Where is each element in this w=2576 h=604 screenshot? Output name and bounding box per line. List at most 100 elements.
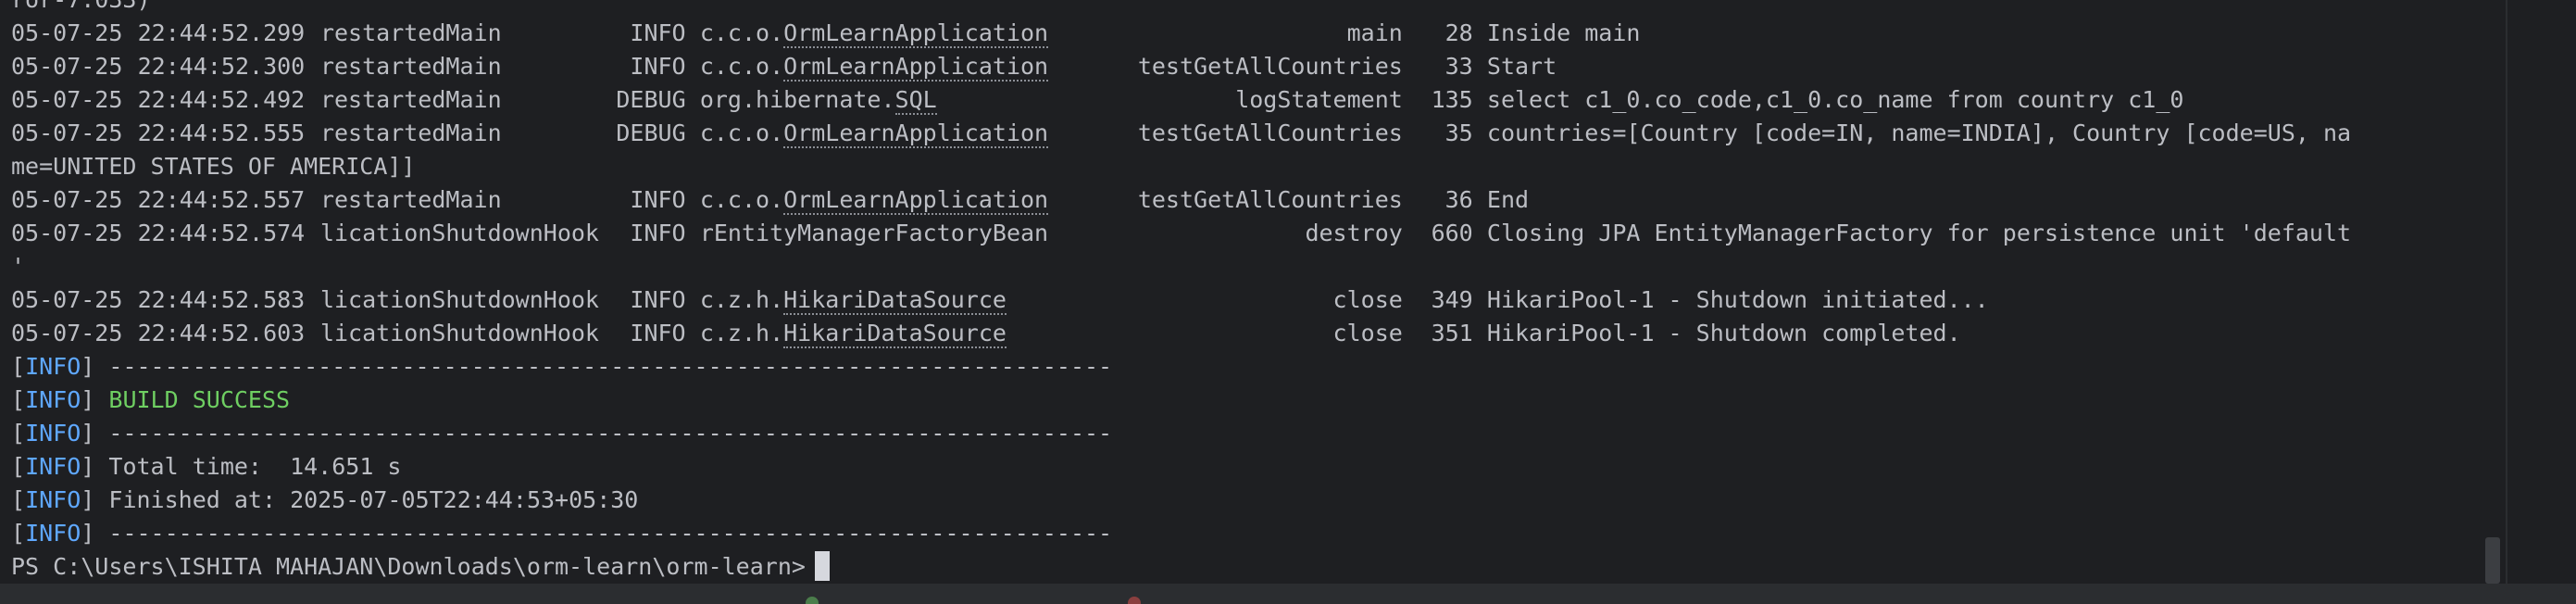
logger-class-link[interactable]: SQL [894, 86, 937, 115]
separator: ----------------------------------------… [108, 353, 1113, 380]
log-message: countries=[Country [code=IN, name=INDIA]… [1486, 120, 2352, 146]
log-time: 22:44:52.557 [137, 186, 306, 213]
log-thread: restartedMain [319, 19, 502, 46]
log-message: Start [1486, 53, 1557, 80]
log-method: testGetAllCountries [1137, 120, 1403, 146]
info-open-bracket: [ [11, 420, 26, 447]
bottom-status-strip [0, 584, 2576, 604]
info-close-bracket: ] [81, 520, 95, 547]
logger-package: c.c.o. [699, 120, 784, 146]
log-date: 05-07-25 [11, 53, 123, 80]
log-level: INFO [630, 320, 686, 346]
status-indicator-icon [806, 597, 819, 604]
build-success-text: BUILD SUCCESS [108, 386, 291, 413]
log-line-continuation: ' [11, 250, 25, 283]
log-date: 05-07-25 [11, 320, 123, 346]
log-time: 22:44:52.583 [137, 286, 306, 313]
logger-class-link[interactable]: HikariDataSource [783, 320, 1007, 348]
log-line-number: 28 [1444, 19, 1473, 46]
maven-separator-line: [INFO] ---------------------------------… [11, 517, 1112, 550]
info-open-bracket: [ [11, 453, 26, 480]
log-logger: rEntityManagerFactoryBean [700, 217, 1048, 250]
log-thread: licationShutdownHook [319, 320, 599, 346]
status-indicator-icon [1128, 597, 1141, 604]
logger-package: c.z.h. [699, 320, 784, 346]
logger-class-link[interactable]: OrmLearnApplication [783, 19, 1049, 48]
log-logger: c.c.o.OrmLearnApplication [699, 50, 1049, 83]
log-message-wrap: ' [11, 253, 26, 280]
log-thread: restartedMain [319, 53, 502, 80]
logger-package: c.z.h. [699, 286, 784, 313]
maven-build-result-line: [INFO] BUILD SUCCESS [11, 384, 290, 417]
info-label: INFO [25, 420, 81, 447]
log-message: HikariPool-1 - Shutdown initiated... [1486, 286, 1989, 313]
info-close-bracket: ] [81, 353, 95, 380]
log-message: HikariPool-1 - Shutdown completed. [1486, 320, 1961, 346]
info-label: INFO [25, 486, 81, 513]
logger-class-link[interactable]: OrmLearnApplication [783, 120, 1049, 148]
info-open-bracket: [ [11, 520, 26, 547]
logger-package: c.c.o. [699, 53, 784, 80]
log-message: select c1_0.co_code,c1_0.co_name from co… [1486, 86, 2184, 113]
log-date: 05-07-25 [11, 220, 123, 246]
logger-package: org.hibernate. [699, 86, 895, 113]
terminal-output[interactable]: ror-7.033) 05-07-25 22:44:52.299 restartedM… [0, 0, 2506, 584]
logger-class-link[interactable]: OrmLearnApplication [783, 53, 1049, 82]
info-open-bracket: [ [11, 353, 26, 380]
log-time: 22:44:52.492 [137, 86, 306, 113]
logger-package: rEntityManagerFactoryBean [699, 220, 1049, 246]
log-line-number: 33 [1444, 53, 1473, 80]
log-method: close [1332, 286, 1403, 313]
log-level: INFO [630, 53, 686, 80]
info-label: INFO [25, 520, 81, 547]
maven-separator-line: [INFO] ---------------------------------… [11, 417, 1112, 450]
info-label: INFO [25, 453, 81, 480]
log-date: 05-07-25 [11, 286, 123, 313]
log-thread: restartedMain [319, 86, 502, 113]
info-open-bracket: [ [11, 486, 26, 513]
text-cursor-icon[interactable] [814, 551, 830, 581]
info-close-bracket: ] [81, 453, 95, 480]
maven-finished-at-line: [INFO] Finished at: 2025-07-05T22:44:53+… [11, 484, 638, 517]
logger-class-link[interactable]: OrmLearnApplication [783, 186, 1049, 215]
info-close-bracket: ] [81, 420, 95, 447]
log-logger: c.z.h.HikariDataSource [700, 317, 1007, 350]
log-time: 22:44:52.603 [137, 320, 306, 346]
log-logger: c.c.o.OrmLearnApplication [699, 117, 1049, 150]
log-thread: restartedMain [319, 120, 502, 146]
log-line-number: 349 [1431, 286, 1473, 313]
log-method: close [1332, 320, 1403, 346]
scrollbar-thumb[interactable] [2485, 537, 2500, 584]
logger-package: c.c.o. [699, 19, 784, 46]
separator: ----------------------------------------… [108, 520, 1113, 547]
log-logger: c.c.o.OrmLearnApplication [699, 183, 1049, 217]
shell-prompt-line[interactable]: PS C:\Users\ISHITA MAHAJAN\Downloads\orm… [11, 550, 830, 584]
log-date: 05-07-25 [11, 186, 123, 213]
log-time: 22:44:52.555 [137, 120, 306, 146]
log-level: DEBUG [616, 86, 686, 113]
log-line-number: 135 [1431, 86, 1473, 113]
log-line-number: 351 [1431, 320, 1473, 346]
log-level: INFO [630, 286, 686, 313]
logger-package: c.c.o. [699, 186, 784, 213]
log-method: main [1346, 19, 1403, 46]
log-time: 22:44:52.300 [137, 53, 306, 80]
log-thread: licationShutdownHook [319, 220, 599, 246]
log-message: End [1486, 186, 1530, 213]
log-date: 05-07-25 [11, 86, 123, 113]
maven-separator-line: [INFO] ---------------------------------… [11, 350, 1112, 384]
scrollbar-track[interactable] [2506, 0, 2576, 584]
info-close-bracket: ] [81, 486, 95, 513]
maven-total-time-line: [INFO] Total time: 14.651 s [11, 450, 401, 484]
log-time: 22:44:52.299 [137, 19, 306, 46]
log-level: INFO [630, 19, 686, 46]
logger-class-link[interactable]: HikariDataSource [783, 286, 1007, 315]
log-logger: org.hibernate.SQL [700, 83, 937, 117]
log-thread: licationShutdownHook [319, 286, 599, 313]
log-logger: c.c.o.OrmLearnApplication [699, 17, 1049, 50]
log-level: DEBUG [616, 120, 686, 146]
log-date: 05-07-25 [11, 19, 123, 46]
log-thread: restartedMain [319, 186, 502, 213]
log-message: Inside main [1486, 19, 1641, 46]
shell-prompt: PS C:\Users\ISHITA MAHAJAN\Downloads\orm… [11, 553, 806, 580]
